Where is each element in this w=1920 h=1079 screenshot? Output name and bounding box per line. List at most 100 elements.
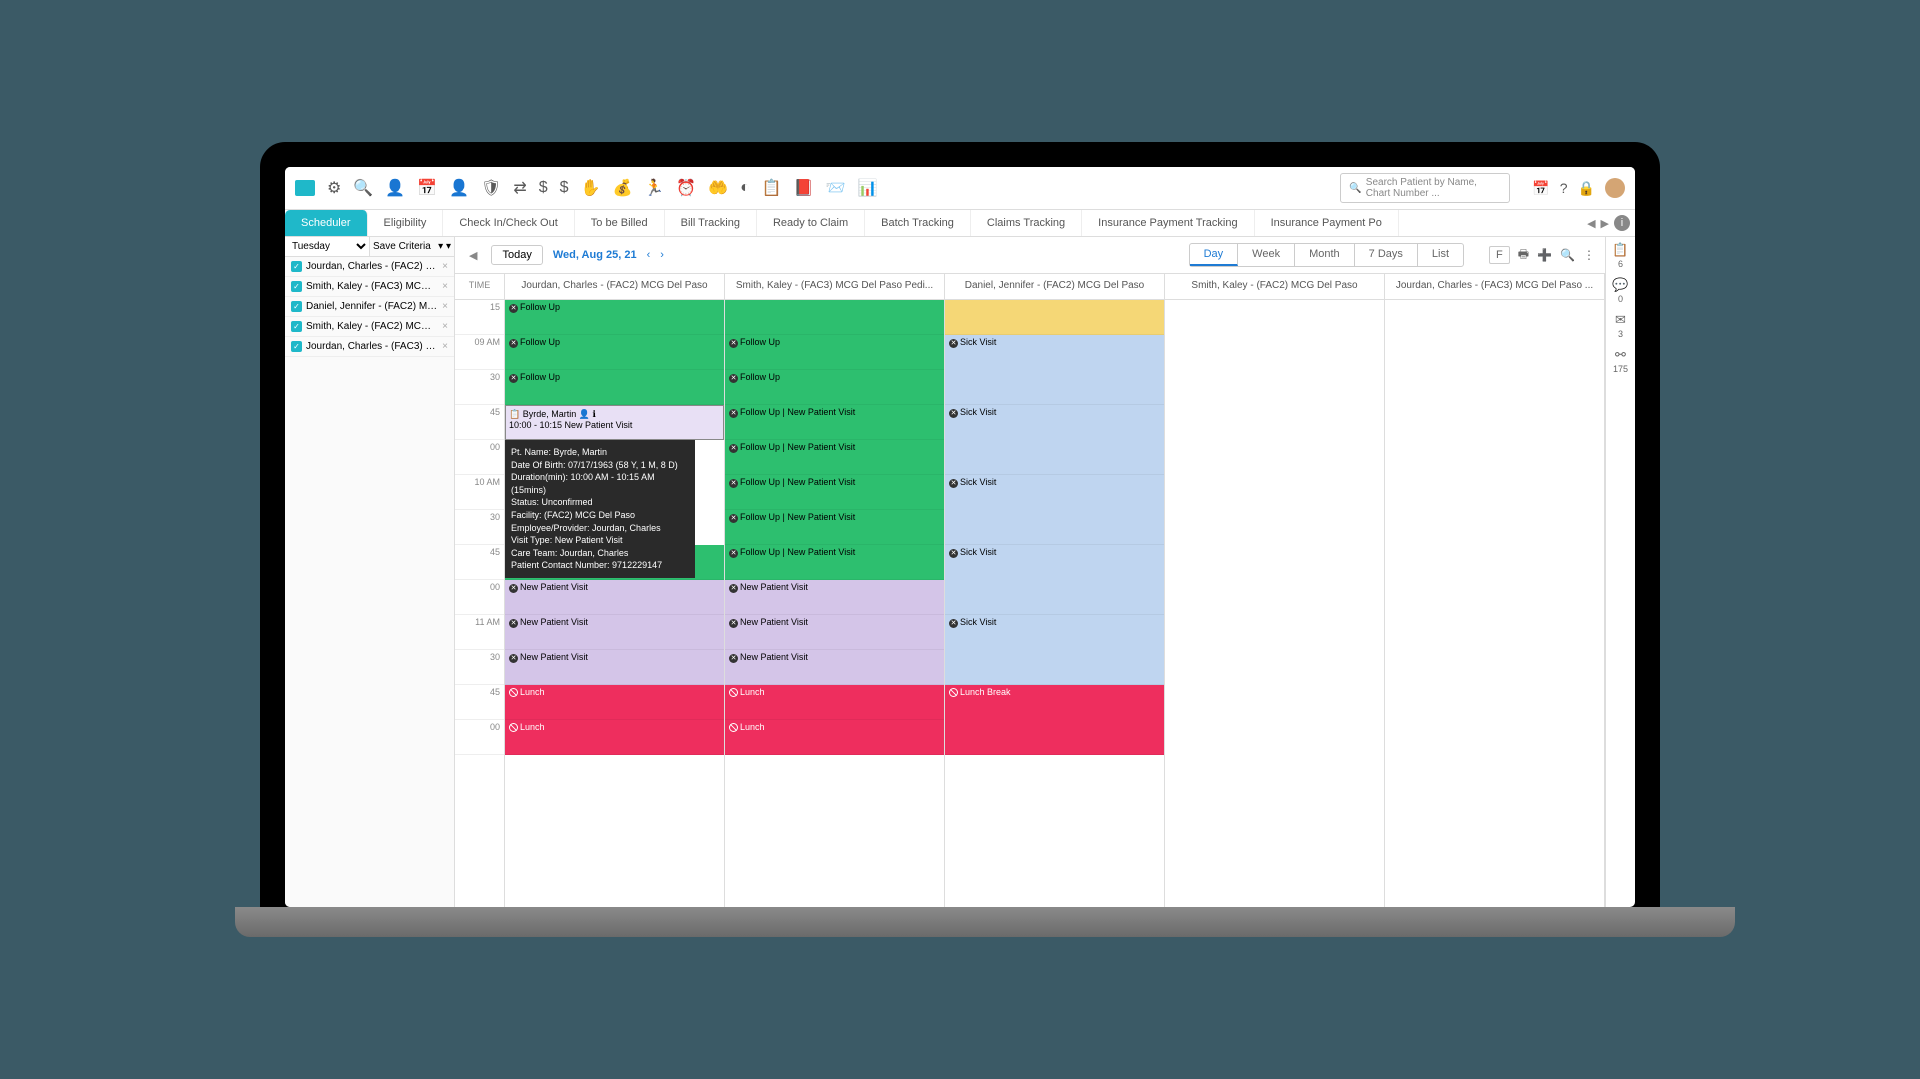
tab-claims[interactable]: Claims Tracking (971, 210, 1082, 236)
appt[interactable]: ✕Sick Visit (945, 475, 1164, 545)
check-icon[interactable]: ✓ (291, 261, 302, 272)
person-plus-icon[interactable]: 👤 (449, 178, 469, 198)
print-icon[interactable]: 🖶 (1518, 245, 1529, 266)
prev-arrow-icon[interactable]: ◀ (465, 249, 481, 262)
appt[interactable]: ✕Follow Up | New Patient Visit (725, 475, 944, 510)
inbox-icon[interactable]: 📨 (826, 178, 846, 198)
resource-header[interactable]: Jourdan, Charles - (FAC2) MCG Del Paso (505, 274, 724, 300)
appt[interactable]: ✕Sick Visit (945, 405, 1164, 475)
search-input[interactable]: 🔍 Search Patient by Name, Chart Number .… (1340, 173, 1510, 203)
remove-icon[interactable]: × (442, 261, 448, 272)
hand-icon[interactable]: ✋ (581, 178, 601, 198)
appt[interactable]: ✕New Patient Visit (505, 615, 724, 650)
logo-icon[interactable] (295, 180, 315, 196)
appt[interactable] (725, 300, 944, 335)
appt[interactable]: ✕Follow Up (725, 370, 944, 405)
search-cal-icon[interactable]: 🔍 (1560, 248, 1575, 262)
money-bag-icon[interactable]: 💰 (612, 178, 632, 198)
resource-header[interactable]: Smith, Kaley - (FAC3) MCG Del Paso Pedi.… (725, 274, 944, 300)
dollar-icon[interactable]: $ (539, 179, 548, 197)
person-icon[interactable]: 👤 (385, 178, 405, 198)
appt[interactable]: ✕Sick Visit (945, 335, 1164, 405)
check-icon[interactable]: ✓ (291, 281, 302, 292)
gear-icon[interactable]: ⚙ (327, 178, 341, 198)
appt[interactable]: ✕New Patient Visit (725, 580, 944, 615)
view-7days[interactable]: 7 Days (1355, 244, 1418, 266)
appt[interactable]: ✕New Patient Visit (725, 650, 944, 685)
appt[interactable]: ✕Follow Up (505, 335, 724, 370)
rail-mail[interactable]: ✉3 (1615, 312, 1626, 339)
appt[interactable]: Lunch (505, 720, 724, 755)
rail-chat[interactable]: 💬0 (1612, 277, 1628, 304)
appt[interactable]: ✕Follow Up (505, 370, 724, 405)
tab-eligibility[interactable]: Eligibility (368, 210, 444, 236)
provider-item[interactable]: ✓Jourdan, Charles - (FAC3) MCG Del ...× (285, 337, 454, 357)
rail-voicemail[interactable]: ⚯175 (1613, 347, 1628, 374)
provider-item[interactable]: ✓Smith, Kaley - (FAC3) MCG Del Paso...× (285, 277, 454, 297)
tab-insurancepo[interactable]: Insurance Payment Po (1255, 210, 1399, 236)
save-criteria[interactable]: Save Criteria▾ ▾ (370, 237, 454, 256)
f-button[interactable]: F (1489, 246, 1510, 264)
appt[interactable]: ✕New Patient Visit (505, 580, 724, 615)
resource-header[interactable]: Smith, Kaley - (FAC2) MCG Del Paso (1165, 274, 1384, 300)
running-icon[interactable]: 🏃 (644, 178, 664, 198)
avatar[interactable] (1605, 178, 1625, 198)
pie-chart-icon[interactable]: ◐ (740, 179, 750, 197)
schedule-icon[interactable]: 📅 (1532, 180, 1549, 197)
shield-icon[interactable]: 🛡 (481, 178, 501, 198)
provider-item[interactable]: ✓Jourdan, Charles - (FAC2) MCG Del ...× (285, 257, 454, 277)
appt-selected[interactable]: 📋 Byrde, Martin 👤 ℹ 10:00 - 10:15 New Pa… (505, 405, 724, 440)
clipboard-icon[interactable]: 📋 (762, 178, 782, 198)
today-button[interactable]: Today (491, 245, 542, 265)
remove-icon[interactable]: × (442, 281, 448, 292)
tab-scheduler[interactable]: Scheduler (285, 210, 368, 236)
tab-checkin[interactable]: Check In/Check Out (443, 210, 574, 236)
more-icon[interactable]: ⋮ (1583, 248, 1595, 262)
transfer-icon[interactable]: ⇄ (513, 178, 526, 198)
tab-insurance[interactable]: Insurance Payment Tracking (1082, 210, 1254, 236)
resource-header[interactable]: Daniel, Jennifer - (FAC2) MCG Del Paso (945, 274, 1164, 300)
info-icon[interactable]: i (1614, 215, 1630, 231)
provider-item[interactable]: ✓Smith, Kaley - (FAC2) MCG Del Paso...× (285, 317, 454, 337)
lock-icon[interactable]: 🔒 (1578, 180, 1595, 197)
appt[interactable]: ✕Follow Up | New Patient Visit (725, 510, 944, 545)
appt[interactable]: Lunch (505, 685, 724, 720)
remove-icon[interactable]: × (442, 301, 448, 312)
resource-header[interactable]: Jourdan, Charles - (FAC3) MCG Del Paso .… (1385, 274, 1604, 300)
clock-icon[interactable]: ⏰ (676, 178, 696, 198)
appt[interactable] (945, 300, 1164, 335)
day-select[interactable]: Tuesday (285, 237, 370, 256)
view-week[interactable]: Week (1238, 244, 1295, 266)
graph-icon[interactable]: 📊 (858, 178, 878, 198)
appt[interactable]: ✕Sick Visit (945, 615, 1164, 685)
tab-next-icon[interactable]: ▶ (1601, 217, 1609, 230)
appt[interactable]: Lunch (725, 720, 944, 755)
view-month[interactable]: Month (1295, 244, 1355, 266)
help-icon[interactable]: ? (1560, 180, 1568, 196)
check-icon[interactable]: ✓ (291, 321, 302, 332)
rail-clipboard[interactable]: 📋6 (1612, 242, 1628, 269)
view-day[interactable]: Day (1190, 244, 1239, 266)
appt[interactable]: ✕New Patient Visit (505, 650, 724, 685)
add-icon[interactable]: ➕ (1537, 248, 1552, 262)
appt[interactable]: ✕Follow Up (725, 335, 944, 370)
appt[interactable]: ✕Follow Up | New Patient Visit (725, 405, 944, 440)
date-prev-icon[interactable]: ‹ (647, 249, 651, 261)
dollar-alt-icon[interactable]: $ (560, 179, 569, 197)
appt[interactable]: Lunch (725, 685, 944, 720)
tab-readyclaim[interactable]: Ready to Claim (757, 210, 865, 236)
check-icon[interactable]: ✓ (291, 301, 302, 312)
remove-icon[interactable]: × (442, 321, 448, 332)
appt[interactable]: ✕Sick Visit (945, 545, 1164, 615)
calendar-icon[interactable]: 📅 (417, 178, 437, 198)
tab-prev-icon[interactable]: ◀ (1587, 217, 1595, 230)
check-icon[interactable]: ✓ (291, 341, 302, 352)
appt[interactable]: Lunch Break (945, 685, 1164, 755)
tab-tobebilled[interactable]: To be Billed (575, 210, 665, 236)
tab-batch[interactable]: Batch Tracking (865, 210, 971, 236)
remove-icon[interactable]: × (442, 341, 448, 352)
search-icon[interactable]: 🔍 (353, 178, 373, 198)
provider-item[interactable]: ✓Daniel, Jennifer - (FAC2) MCG Del ...× (285, 297, 454, 317)
date-next-icon[interactable]: › (660, 249, 664, 261)
tab-billtracking[interactable]: Bill Tracking (665, 210, 757, 236)
